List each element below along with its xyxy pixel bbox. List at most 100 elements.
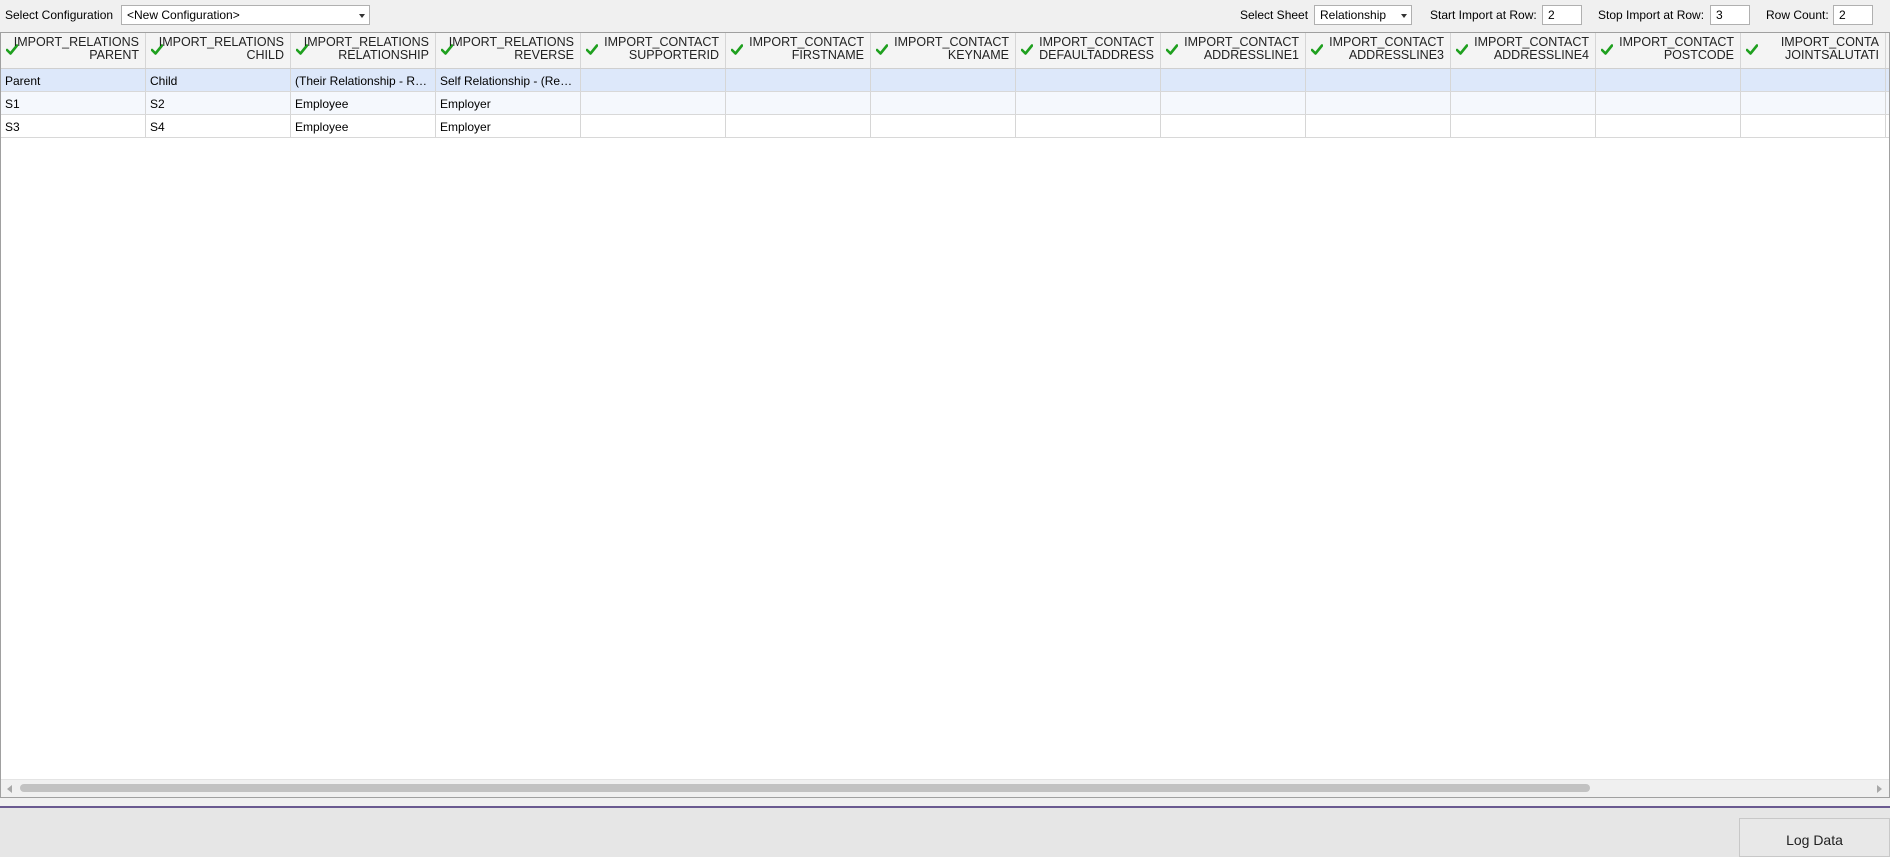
data-grid[interactable]: IMPORT_RELATIONS PARENT IMPORT_RELATIONS CH… [0,32,1890,798]
start-row-input[interactable]: 2 [1542,5,1582,25]
toolbar: Select Configuration <New Configuration>… [0,0,1890,30]
table-cell[interactable]: Employee [291,92,436,114]
column-header[interactable]: IMPORT_CONTACT ADDRESSLINE1 [1161,33,1306,68]
table-cell[interactable] [1306,69,1451,91]
table-cell[interactable] [1161,92,1306,114]
column-header-label: IMPORT_RELATIONS PARENT [1,36,139,62]
column-header-line2: FIRSTNAME [791,48,864,62]
table-cell[interactable]: S1 [1,92,146,114]
horizontal-scrollbar[interactable] [1,779,1889,797]
column-header-line2: ADDRESSLINE4 [1493,48,1589,62]
column-header-label: IMPORT_CONTA JOINTSALUTATI [1741,36,1879,62]
table-row[interactable]: S3 S4 Employee Employer [1,115,1889,138]
column-header[interactable]: IMPORT_RELATIONS PARENT [1,33,146,68]
column-header-label: IMPORT_CONTACT DEFAULTADDRESS [1016,36,1154,62]
column-header-line2: DEFAULTADDRESS [1039,48,1154,62]
table-cell[interactable] [1596,115,1741,137]
dropdown-arrow-icon [1401,14,1407,18]
configuration-value: <New Configuration> [127,8,240,22]
table-cell[interactable] [871,92,1016,114]
column-header-line2: CHILD [246,48,284,62]
scroll-left-icon[interactable] [7,785,12,793]
table-cell[interactable] [726,115,871,137]
table-cell[interactable] [1451,69,1596,91]
column-header[interactable]: IMPORT_RELATIONS CHILD [146,33,291,68]
column-header[interactable]: IMPORT_CONTACT ADDRESSLINE4 [1451,33,1596,68]
column-header[interactable]: IMPORT_CONTACT SUPPORTERID [581,33,726,68]
column-header-label: IMPORT_RELATIONS RELATIONSHIP [291,36,429,62]
table-cell[interactable] [726,69,871,91]
table-cell[interactable]: Employer [436,115,581,137]
column-header-line2: ADDRESSLINE1 [1203,48,1299,62]
table-cell[interactable]: Child [146,69,291,91]
column-header-line2: ADDRESSLINE3 [1348,48,1444,62]
table-cell[interactable] [1741,115,1886,137]
table-cell[interactable] [1741,92,1886,114]
column-header[interactable]: IMPORT_RELATIONS RELATIONSHIP [291,33,436,68]
sheet-dropdown[interactable]: Relationship [1314,5,1412,25]
column-header-label: IMPORT_CONTACT ADDRESSLINE3 [1306,36,1444,62]
row-count-label: Row Count: [1766,8,1829,22]
start-row-label: Start Import at Row: [1430,8,1537,22]
log-data-button[interactable]: Log Data [1739,818,1890,857]
column-header[interactable]: IMPORT_CONTACT ADDRESSLINE3 [1306,33,1451,68]
table-cell[interactable] [1161,115,1306,137]
table-cell[interactable] [581,115,726,137]
table-cell[interactable] [871,69,1016,91]
column-header-label: IMPORT_CONTACT ADDRESSLINE1 [1161,36,1299,62]
column-header-line2: POSTCODE [1663,48,1734,62]
column-header-label: IMPORT_RELATIONS CHILD [146,36,284,62]
table-cell[interactable] [1306,115,1451,137]
table-cell[interactable] [1596,69,1741,91]
table-cell[interactable]: Employer [436,92,581,114]
table-cell[interactable]: S3 [1,115,146,137]
column-header-line2: PARENT [89,48,139,62]
sheet-value: Relationship [1320,8,1387,22]
table-cell[interactable] [1451,115,1596,137]
table-cell[interactable] [1451,92,1596,114]
table-cell[interactable]: (Their Relationship - Relationship) [291,69,436,91]
column-header[interactable]: IMPORT_CONTACT KEYNAME [871,33,1016,68]
column-header[interactable]: IMPORT_RELATIONS REVERSE [436,33,581,68]
table-cell[interactable]: Parent [1,69,146,91]
dropdown-arrow-icon [359,14,365,18]
column-header-line2: KEYNAME [947,48,1009,62]
select-configuration-label: Select Configuration [5,8,114,22]
table-cell[interactable] [581,69,726,91]
column-header-label: IMPORT_RELATIONS REVERSE [436,36,574,62]
table-cell[interactable] [1161,69,1306,91]
footer [0,808,1890,857]
scroll-right-icon[interactable] [1877,785,1882,793]
table-row[interactable]: Parent Child (Their Relationship - Relati… [1,69,1889,92]
table-cell[interactable] [1016,69,1161,91]
column-header[interactable]: IMPORT_CONTACT FIRSTNAME [726,33,871,68]
table-cell[interactable]: Employee [291,115,436,137]
table-cell[interactable] [1596,92,1741,114]
row-count-input[interactable]: 2 [1833,5,1873,25]
scroll-thumb[interactable] [20,784,1590,792]
column-header-line2: JOINTSALUTATI [1785,48,1879,62]
table-cell[interactable] [871,115,1016,137]
table-cell[interactable] [1306,92,1451,114]
column-header-label: IMPORT_CONTACT FIRSTNAME [726,36,864,62]
table-cell[interactable] [1741,69,1886,91]
column-header-line2: RELATIONSHIP [338,48,429,62]
table-row[interactable]: S1 S2 Employee Employer [1,92,1889,115]
table-cell[interactable] [1016,115,1161,137]
grid-header: IMPORT_RELATIONS PARENT IMPORT_RELATIONS CH… [1,33,1889,69]
table-cell[interactable]: S4 [146,115,291,137]
table-cell[interactable] [581,92,726,114]
stop-row-input[interactable]: 3 [1710,5,1750,25]
column-header[interactable]: IMPORT_CONTA JOINTSALUTATI [1741,33,1886,68]
table-cell[interactable] [726,92,871,114]
configuration-dropdown[interactable]: <New Configuration> [121,5,370,25]
table-cell[interactable] [1016,92,1161,114]
table-cell[interactable]: Self Relationship - (Reverse) [436,69,581,91]
column-header-label: IMPORT_CONTACT ADDRESSLINE4 [1451,36,1589,62]
select-sheet-label: Select Sheet [1240,8,1309,22]
column-header[interactable]: IMPORT_CONTACT POSTCODE [1596,33,1741,68]
column-header-label: IMPORT_CONTACT SUPPORTERID [581,36,719,62]
column-header-label: IMPORT_CONTACT KEYNAME [871,36,1009,62]
table-cell[interactable]: S2 [146,92,291,114]
column-header[interactable]: IMPORT_CONTACT DEFAULTADDRESS [1016,33,1161,68]
